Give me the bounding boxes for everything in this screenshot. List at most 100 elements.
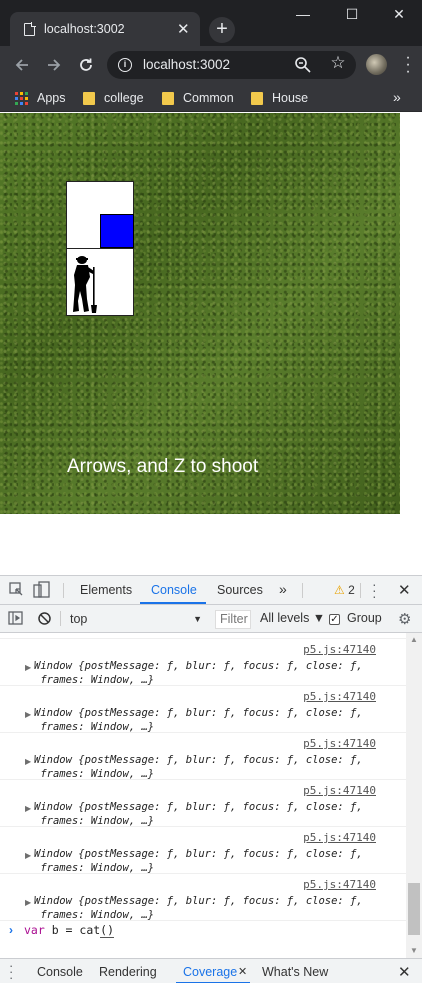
close-coverage-icon[interactable]: ✕	[238, 965, 247, 978]
expand-arrow-icon[interactable]: ▶	[25, 710, 31, 719]
settings-gear-icon[interactable]: ⚙	[398, 610, 411, 628]
group-checkbox[interactable]: ✓	[329, 614, 340, 625]
folder-icon	[83, 92, 95, 105]
source-link[interactable]: p5.js:47140	[303, 737, 376, 750]
inspect-element-icon[interactable]	[9, 582, 24, 600]
player-silhouette-icon	[73, 256, 97, 313]
bookmark-common[interactable]: Common	[162, 89, 234, 107]
bookmarks-overflow-button[interactable]: »	[393, 89, 401, 105]
active-tab-indicator	[140, 602, 206, 604]
tab-close-button[interactable]: ✕	[177, 20, 190, 38]
separator	[60, 611, 61, 626]
device-toolbar-icon[interactable]	[33, 581, 51, 601]
log-message: Window {postMessage: ƒ, blur: ƒ, focus: …	[34, 895, 363, 921]
prompt-input[interactable]: var b = cat()	[24, 923, 115, 938]
console-scrollbar[interactable]: ▲ ▼	[406, 633, 422, 958]
separator	[302, 583, 303, 598]
log-message: Window {postMessage: ƒ, blur: ƒ, focus: …	[34, 801, 363, 827]
console-output[interactable]: p5.js:47140 ▶ Window {postMessage: ƒ, bl…	[0, 633, 406, 958]
log-entry[interactable]: p5.js:47140 ▶ Window {postMessage: ƒ, bl…	[0, 686, 406, 733]
expand-arrow-icon[interactable]: ▶	[25, 804, 31, 813]
clear-console-icon[interactable]	[37, 611, 52, 629]
title-bar: localhost:3002 ✕ + — ☐ ✕	[0, 0, 422, 48]
source-link[interactable]: p5.js:47140	[303, 690, 376, 703]
browser-toolbar: i localhost:3002 ☆ · · ·	[0, 46, 422, 84]
console-filter-bar: top ▼ Filter All levels ▼ ✓ Group ⚙	[0, 605, 422, 633]
bookmark-label: college	[104, 91, 144, 105]
tab-elements[interactable]: Elements	[80, 583, 132, 597]
sidebar-toggle-icon[interactable]	[8, 611, 23, 628]
game-canvas[interactable]: Arrows, and Z to shoot	[0, 113, 400, 514]
context-selector[interactable]: top ▼	[64, 609, 208, 629]
bookmark-college[interactable]: college	[83, 89, 144, 107]
source-link[interactable]: p5.js:47140	[303, 784, 376, 797]
back-button[interactable]	[11, 54, 33, 76]
drawer-tab-coverage[interactable]: Coverage	[183, 965, 237, 979]
group-label: Group	[347, 611, 382, 625]
bookmark-label: Apps	[37, 91, 66, 105]
zoom-icon[interactable]	[293, 55, 313, 75]
warning-icon: ⚠	[334, 583, 345, 597]
blue-box	[100, 214, 134, 248]
log-entry[interactable]: p5.js:47140 ▶ Window {postMessage: ƒ, bl…	[0, 733, 406, 780]
expand-arrow-icon[interactable]: ▶	[25, 663, 31, 672]
log-message: Window {postMessage: ƒ, blur: ƒ, focus: …	[34, 754, 363, 780]
prompt-caret-icon: ›	[9, 923, 13, 937]
bookmark-star-icon[interactable]: ☆	[327, 53, 349, 75]
bookmark-apps[interactable]: Apps	[15, 89, 66, 107]
console-prompt[interactable]: › var b = cat()	[0, 921, 406, 941]
drawer-menu-icon[interactable]: · · ·	[9, 959, 13, 983]
bookmark-label: Common	[183, 91, 234, 105]
profile-avatar[interactable]	[366, 54, 387, 75]
close-window-button[interactable]: ✕	[389, 6, 409, 23]
drawer-tab-console[interactable]: Console	[37, 965, 83, 979]
filter-input[interactable]: Filter	[215, 610, 251, 629]
maximize-button[interactable]: ☐	[342, 6, 362, 23]
reload-icon	[80, 58, 92, 71]
drawer-tab-rendering[interactable]: Rendering	[99, 965, 157, 979]
log-entry[interactable]: p5.js:47140 ▶ Window {postMessage: ƒ, bl…	[0, 780, 406, 827]
reload-button[interactable]	[75, 54, 97, 76]
more-tabs-button[interactable]: »	[279, 581, 287, 597]
scroll-up-icon[interactable]: ▲	[406, 633, 422, 647]
devtools-menu-icon[interactable]: · · ·	[372, 577, 377, 603]
separator	[360, 583, 361, 598]
devtools-panel: Elements Console Sources » ⚠ 2 · · · ✕ top…	[0, 575, 422, 983]
browser-tab[interactable]: localhost:3002 ✕	[10, 12, 200, 48]
log-entry[interactable]: p5.js:47140 ▶ Window {postMessage: ƒ, bl…	[0, 827, 406, 874]
warnings-badge[interactable]: ⚠ 2	[334, 583, 355, 597]
drawer-tab-whats-new[interactable]: What's New	[262, 965, 328, 979]
close-drawer-icon[interactable]: ✕	[398, 963, 411, 981]
tab-console[interactable]: Console	[151, 583, 197, 597]
address-bar[interactable]: i localhost:3002 ☆	[107, 51, 356, 79]
log-levels-dropdown[interactable]: All levels ▼	[260, 611, 325, 625]
log-entry[interactable]: p5.js:47140 ▶ Window {postMessage: ƒ, bl…	[0, 874, 406, 921]
close-devtools-icon[interactable]: ✕	[398, 581, 411, 599]
minimize-button[interactable]: —	[293, 6, 313, 22]
url-text[interactable]: localhost:3002	[143, 57, 230, 72]
browser-menu-icon[interactable]: · · ·	[401, 50, 415, 80]
page-icon	[24, 22, 36, 36]
expand-arrow-icon[interactable]: ▶	[25, 757, 31, 766]
instructions-text: Arrows, and Z to shoot	[67, 456, 259, 477]
log-message: Window {postMessage: ƒ, blur: ƒ, focus: …	[34, 707, 363, 733]
forward-arrow-icon	[48, 59, 61, 71]
folder-icon	[162, 92, 174, 105]
source-link[interactable]: p5.js:47140	[303, 878, 376, 891]
bookmark-house[interactable]: House	[251, 89, 308, 107]
warning-count: 2	[348, 583, 355, 597]
tab-sources[interactable]: Sources	[217, 583, 263, 597]
tab-title: localhost:3002	[44, 22, 125, 36]
folder-icon	[251, 92, 263, 105]
scroll-thumb[interactable]	[408, 883, 420, 935]
source-link[interactable]: p5.js:47140	[303, 643, 376, 656]
forward-button[interactable]	[43, 54, 65, 76]
separator	[63, 583, 64, 598]
new-tab-button[interactable]: +	[209, 17, 235, 43]
scroll-down-icon[interactable]: ▼	[406, 944, 422, 958]
expand-arrow-icon[interactable]: ▶	[25, 851, 31, 860]
source-link[interactable]: p5.js:47140	[303, 831, 376, 844]
site-info-icon[interactable]: i	[118, 58, 132, 72]
log-entry[interactable]: p5.js:47140 ▶ Window {postMessage: ƒ, bl…	[0, 639, 406, 686]
expand-arrow-icon[interactable]: ▶	[25, 898, 31, 907]
